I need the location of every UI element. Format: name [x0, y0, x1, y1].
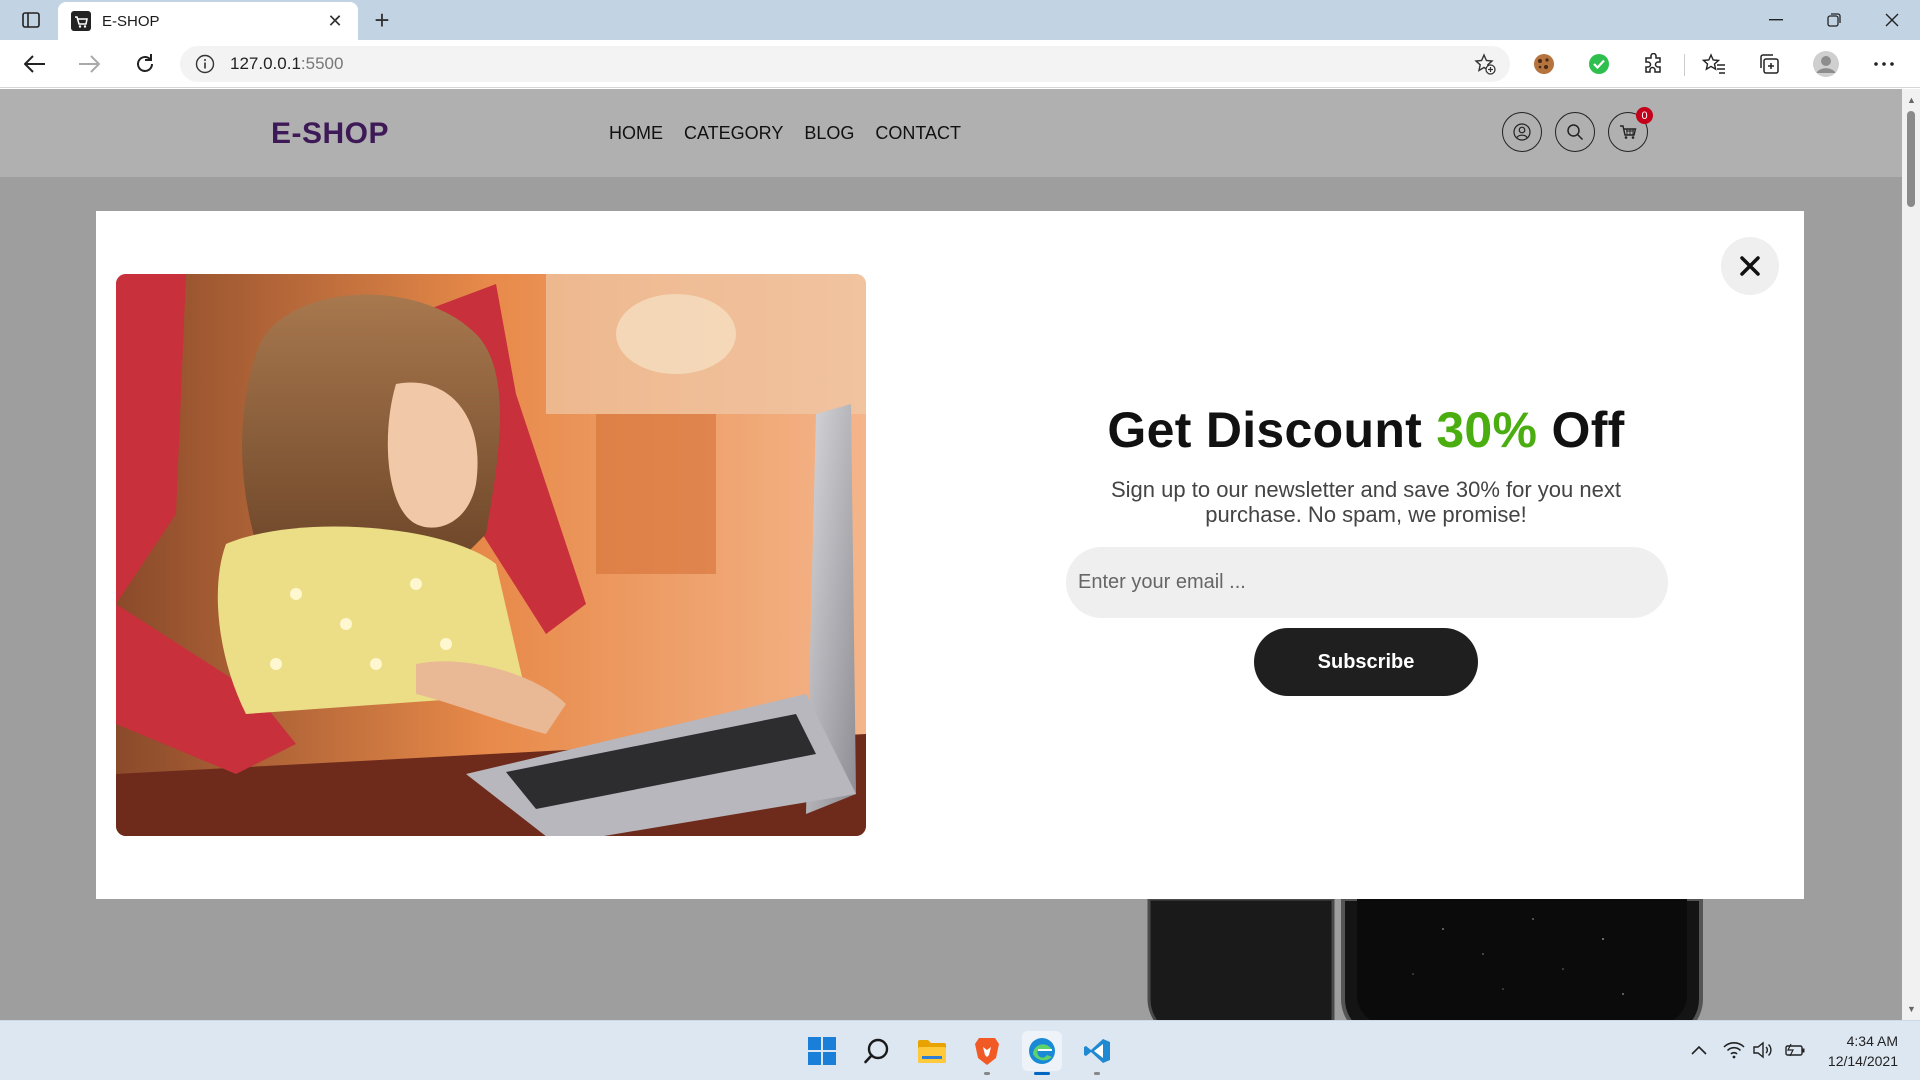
search-icon[interactable] — [1555, 112, 1595, 152]
close-window-icon[interactable] — [1864, 0, 1920, 40]
promo-title-prefix: Get Discount — [1107, 402, 1437, 458]
page-viewport: E-SHOP HOME CATEGORY BLOG CONTACT 0 Get … — [0, 89, 1902, 1020]
minimize-icon[interactable] — [1748, 0, 1804, 40]
nav-home[interactable]: HOME — [609, 123, 663, 144]
modal-close-icon[interactable] — [1721, 237, 1779, 295]
more-options-icon[interactable] — [1870, 50, 1898, 78]
refresh-icon[interactable] — [128, 48, 162, 80]
cookie-extension-icon[interactable] — [1530, 50, 1558, 78]
cart-count-badge: 0 — [1636, 107, 1653, 124]
cart-favicon-icon — [70, 10, 92, 32]
address-bar[interactable]: 127.0.0.1:5500 — [180, 46, 1510, 82]
user-icon[interactable] — [1502, 112, 1542, 152]
battery-icon[interactable] — [1784, 1039, 1806, 1061]
vscode-icon[interactable] — [1077, 1031, 1117, 1075]
back-arrow-icon[interactable] — [18, 48, 52, 80]
system-clock[interactable]: 4:34 AM 12/14/2021 — [1818, 1031, 1898, 1071]
address-port: :5500 — [300, 54, 344, 73]
tab-title: E-SHOP — [102, 12, 160, 30]
site-header: E-SHOP HOME CATEGORY BLOG CONTACT 0 — [0, 89, 1902, 177]
nav-contact[interactable]: CONTACT — [875, 123, 961, 144]
file-explorer-icon[interactable] — [912, 1031, 952, 1071]
tab-actions-icon[interactable] — [14, 8, 48, 32]
browser-tab[interactable]: E-SHOP ✕ — [58, 2, 358, 40]
page-scrollbar[interactable]: ▲ ▼ — [1902, 89, 1920, 1020]
wifi-icon[interactable] — [1723, 1039, 1745, 1061]
check-extension-icon[interactable] — [1585, 50, 1613, 78]
site-logo[interactable]: E-SHOP — [271, 117, 389, 151]
hero-phone-image — [1143, 897, 1709, 1020]
tab-close-icon[interactable]: ✕ — [324, 10, 346, 32]
scroll-up-arrow-icon[interactable]: ▲ — [1907, 95, 1916, 105]
toolbar-divider — [1684, 54, 1685, 76]
forward-arrow-icon[interactable] — [72, 48, 106, 80]
cart-icon[interactable]: 0 — [1608, 107, 1653, 152]
site-info-icon[interactable] — [194, 53, 216, 75]
add-favorite-icon[interactable] — [1474, 53, 1496, 75]
promo-block: Get Discount 30% Off Sign up to our news… — [1056, 401, 1676, 527]
newsletter-modal: Get Discount 30% Off Sign up to our news… — [96, 211, 1804, 899]
show-hidden-icons-chevron-icon[interactable] — [1688, 1039, 1710, 1061]
promo-subtitle: Sign up to our newsletter and save 30% f… — [1111, 477, 1621, 527]
promo-title-suffix: Off — [1537, 402, 1625, 458]
favorites-icon[interactable] — [1700, 50, 1728, 78]
child-laptop-photo — [116, 274, 866, 836]
taskbar: 4:34 AM 12/14/2021 — [0, 1020, 1920, 1080]
edge-active-indicator — [1034, 1072, 1050, 1075]
promo-title-accent: 30% — [1436, 402, 1538, 458]
edge-icon[interactable] — [1022, 1031, 1062, 1075]
address-url: 127.0.0.1:5500 — [230, 54, 343, 74]
vscode-running-indicator — [1094, 1072, 1100, 1075]
scroll-down-arrow-icon[interactable]: ▼ — [1907, 1004, 1916, 1014]
site-nav: HOME CATEGORY BLOG CONTACT — [609, 123, 961, 144]
nav-blog[interactable]: BLOG — [804, 123, 854, 144]
browser-tab-bar: E-SHOP ✕ + — [0, 0, 1920, 40]
promo-title: Get Discount 30% Off — [1056, 401, 1676, 459]
collections-icon[interactable] — [1755, 50, 1783, 78]
search-icon[interactable] — [857, 1031, 897, 1071]
clock-date: 12/14/2021 — [1827, 1053, 1898, 1069]
email-input[interactable] — [1066, 547, 1668, 618]
subscribe-button[interactable]: Subscribe — [1254, 628, 1478, 696]
start-icon[interactable] — [802, 1031, 842, 1071]
browser-toolbar: 127.0.0.1:5500 — [0, 40, 1920, 88]
new-tab-icon[interactable]: + — [368, 6, 396, 34]
restore-icon[interactable] — [1806, 0, 1862, 40]
profile-avatar[interactable] — [1812, 50, 1840, 78]
brave-running-indicator — [984, 1072, 990, 1075]
volume-icon[interactable] — [1751, 1039, 1773, 1061]
scroll-thumb[interactable] — [1907, 111, 1915, 207]
nav-category[interactable]: CATEGORY — [684, 123, 783, 144]
brave-icon[interactable] — [967, 1031, 1007, 1075]
clock-time: 4:34 AM — [1846, 1033, 1898, 1049]
extensions-icon[interactable] — [1640, 50, 1668, 78]
address-host: 127.0.0.1 — [230, 54, 301, 73]
